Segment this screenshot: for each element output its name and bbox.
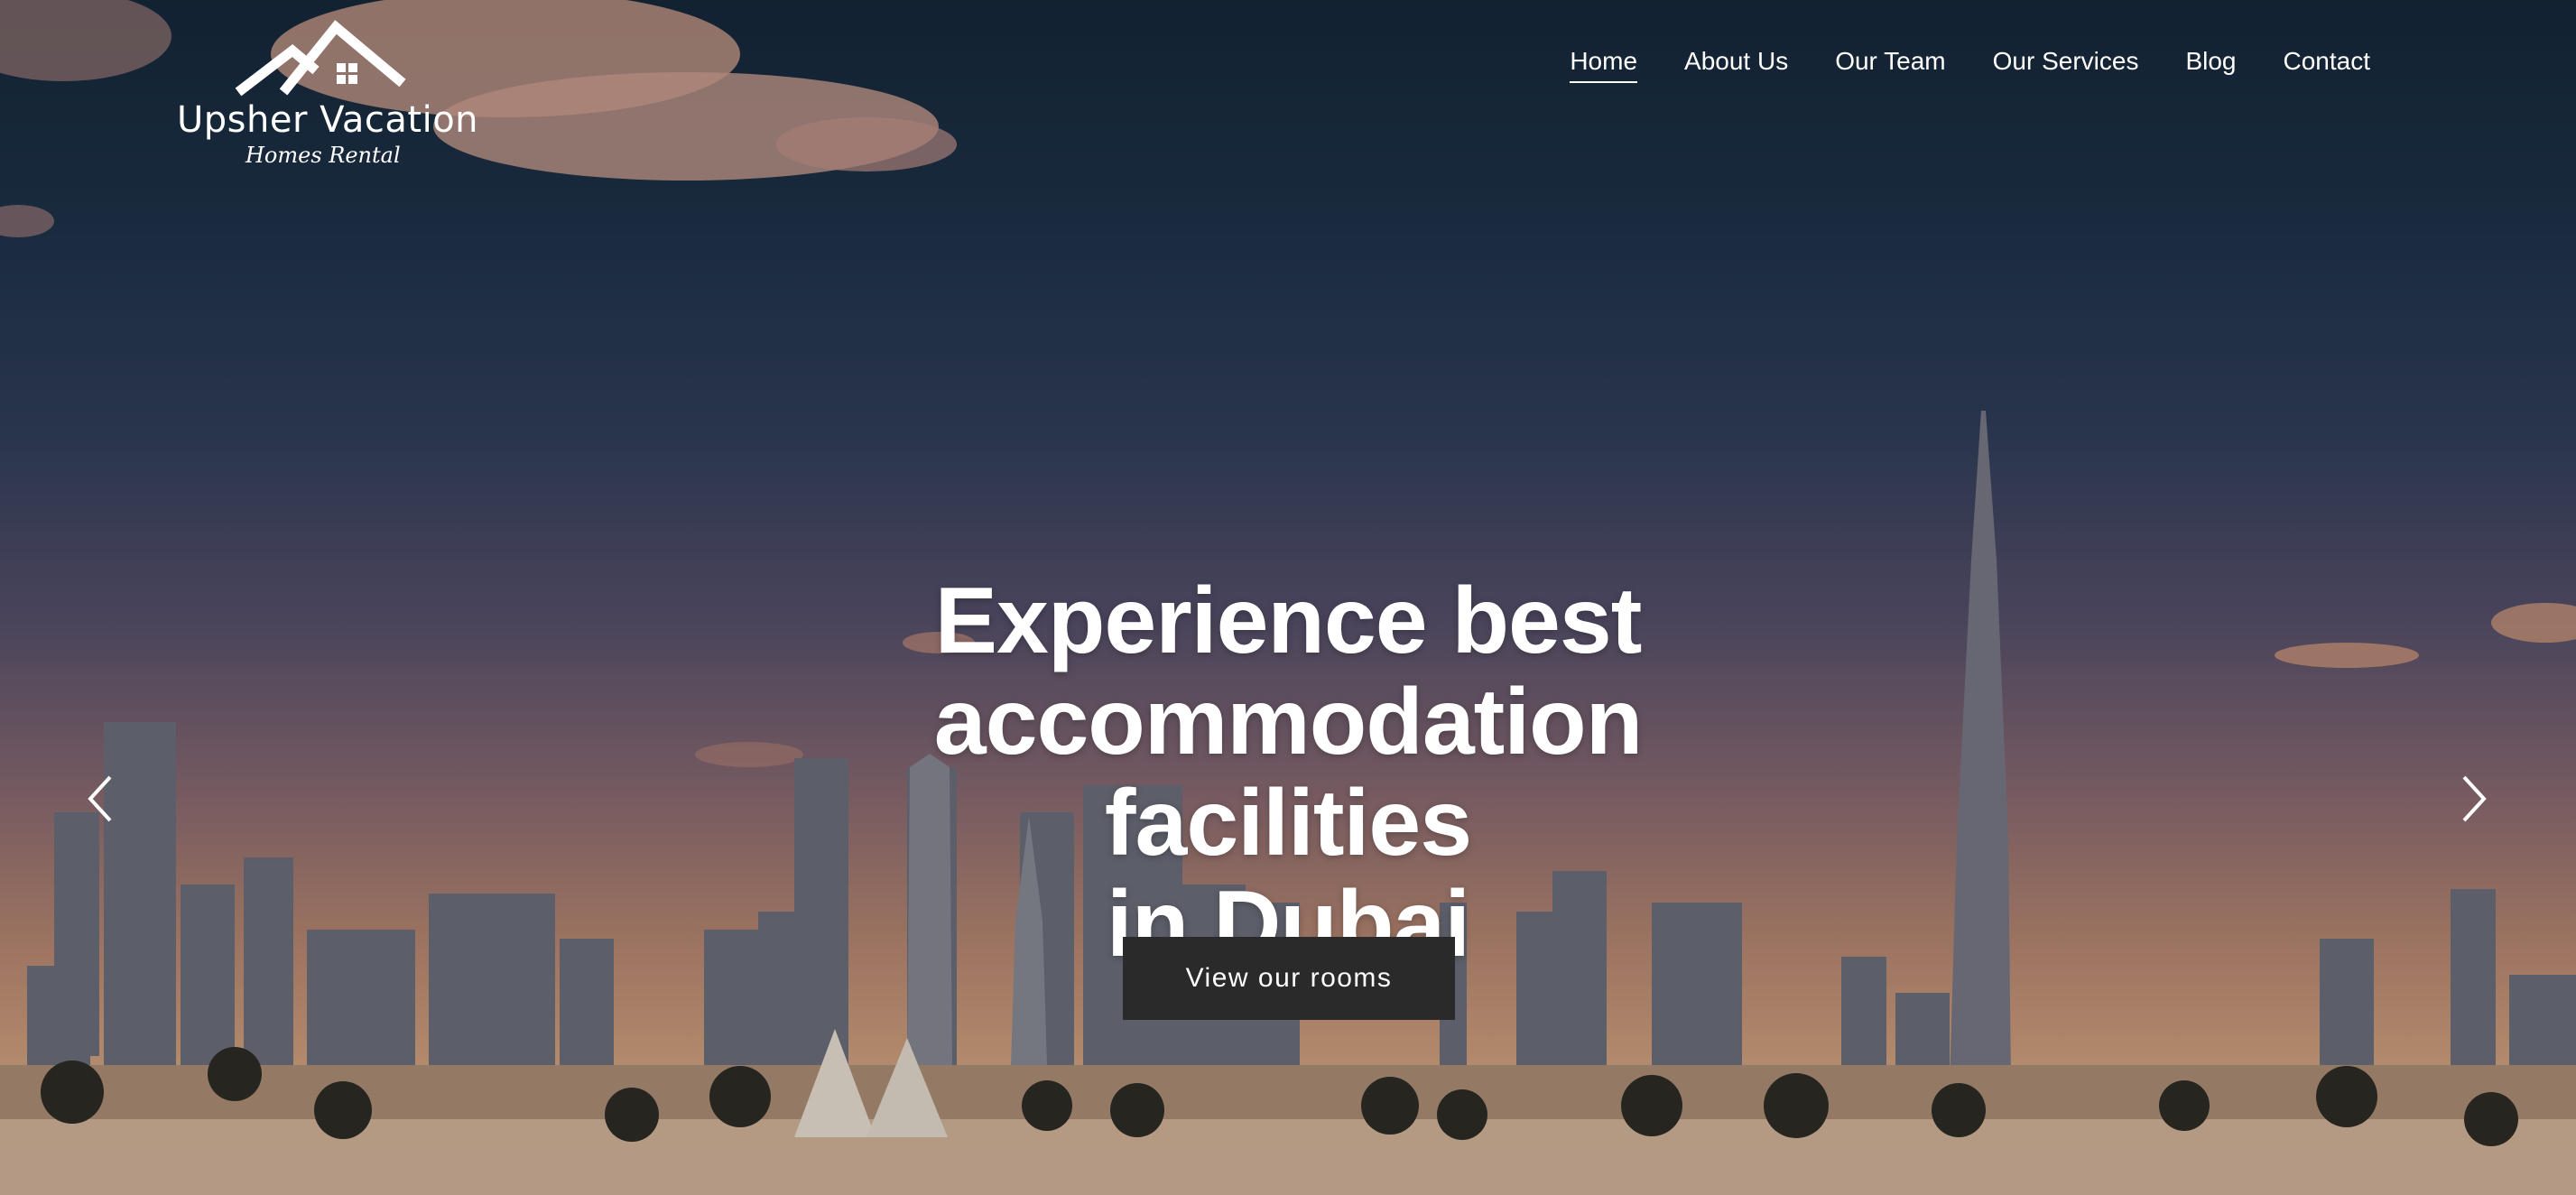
hero-headline-line-2: accommodation facilities: [933, 670, 1643, 875]
nav-item-our-team[interactable]: Our Team: [1835, 47, 1945, 83]
chevron-right-icon[interactable]: [2455, 772, 2491, 826]
nav-item-blog[interactable]: Blog: [2185, 47, 2236, 83]
brand-name: Upsher Vacation: [177, 99, 479, 141]
nav-item-our-services[interactable]: Our Services: [1993, 47, 2139, 83]
view-rooms-button[interactable]: View our rooms: [1123, 937, 1455, 1020]
hero-headline: Experience best accommodation facilities…: [746, 570, 1830, 975]
nav-item-about-us[interactable]: About Us: [1684, 47, 1788, 83]
nav-item-home[interactable]: Home: [1570, 47, 1638, 83]
chevron-left-icon[interactable]: [83, 772, 119, 826]
nav-item-contact[interactable]: Contact: [2284, 47, 2371, 83]
hero-headline-line-1: Experience best: [934, 569, 1643, 673]
brand-tagline: Homes Rental: [246, 143, 401, 168]
brand-logo[interactable]: Upsher Vacation Homes Rental: [171, 16, 478, 170]
main-nav: Home About Us Our Team Our Services Blog…: [1570, 47, 2370, 83]
